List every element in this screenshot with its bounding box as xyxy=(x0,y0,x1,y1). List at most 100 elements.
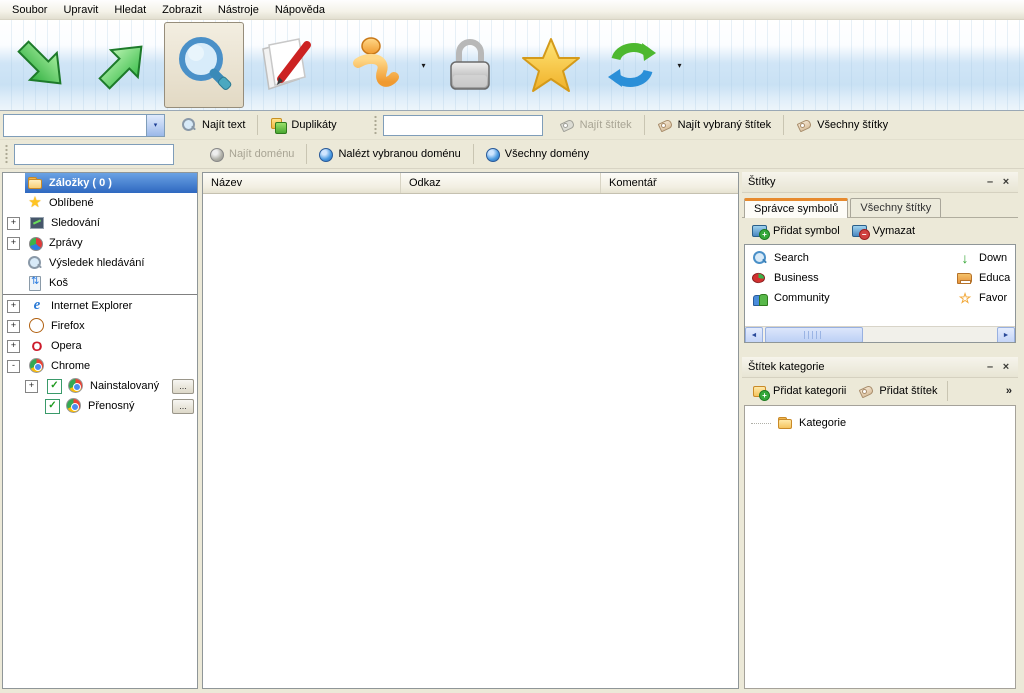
workspace: Záložky ( 0 ) ★ Oblíbené + Sledování + Z… xyxy=(0,169,1024,693)
category-panel-title: Štítek kategorie xyxy=(748,361,825,373)
find-text-button[interactable]: Najít text xyxy=(173,113,253,137)
expander-icon[interactable]: + xyxy=(7,236,20,250)
tree-item-zpravy[interactable]: + Zprávy xyxy=(3,233,197,253)
category-tree[interactable]: Kategorie xyxy=(744,405,1016,689)
tab-spravce-symbolu[interactable]: Správce symbolů xyxy=(744,198,849,218)
tree-separator xyxy=(3,294,197,295)
tree-item-zalozky[interactable]: Záložky ( 0 ) xyxy=(3,173,197,193)
lock-button[interactable] xyxy=(430,22,510,108)
browser-tree-panel: Záložky ( 0 ) ★ Oblíbené + Sledování + Z… xyxy=(2,172,198,689)
symbol-item-business[interactable]: Business xyxy=(745,268,950,288)
folder-icon xyxy=(777,415,793,431)
expander-icon[interactable]: - xyxy=(7,359,20,373)
duplicates-button[interactable]: Duplikáty xyxy=(262,113,344,137)
toolbar-grip[interactable] xyxy=(4,143,9,165)
tree-item-vysledek-hledavani[interactable]: Výsledek hledávání xyxy=(3,253,197,273)
horizontal-scrollbar[interactable]: ◄ ► xyxy=(745,326,1015,342)
symbol-item-search[interactable]: Search xyxy=(745,248,950,268)
find-tag-button[interactable]: Najít štítek xyxy=(551,113,640,137)
symbol-list[interactable]: Search Business Community ↓ Down Educa ☆… xyxy=(744,244,1016,343)
column-header-nazev[interactable]: Název xyxy=(203,173,401,193)
toolbar-grip[interactable] xyxy=(372,114,378,136)
symbol-item-download[interactable]: ↓ Down xyxy=(950,248,1015,268)
add-symbol-button[interactable]: + Přidat symbol xyxy=(746,219,846,243)
scroll-left-icon[interactable]: ◄ xyxy=(745,327,763,342)
info-button[interactable] xyxy=(336,22,416,108)
menu-upravit[interactable]: Upravit xyxy=(55,2,106,18)
scroll-right-icon[interactable]: ► xyxy=(997,327,1015,342)
find-selected-domain-button[interactable]: Nalézt vybranou doménu xyxy=(311,142,468,166)
duplicates-icon xyxy=(270,117,288,134)
tree-item-firefox[interactable]: + Firefox xyxy=(3,316,197,336)
symbol-item-community[interactable]: Community xyxy=(745,288,950,308)
tag-icon xyxy=(559,117,575,133)
magnifier-icon xyxy=(179,37,232,91)
domain-search-input[interactable] xyxy=(14,143,174,165)
tab-vsechny-stitky[interactable]: Všechny štítky xyxy=(850,198,942,217)
browse-path-button[interactable]: ... xyxy=(172,378,194,394)
menu-nastroje[interactable]: Nástroje xyxy=(210,2,267,18)
symbol-label: Search xyxy=(774,252,809,264)
tree-item-chrome-portable[interactable]: ✓ Přenosný ... xyxy=(3,396,197,416)
expander-icon[interactable]: + xyxy=(7,319,20,333)
expander-icon[interactable]: + xyxy=(25,379,38,393)
add-category-button[interactable]: + Přidat kategorii xyxy=(746,379,852,403)
menu-hledat[interactable]: Hledat xyxy=(106,2,154,18)
minimize-icon[interactable]: – xyxy=(982,176,998,188)
tree-item-opera[interactable]: + O Opera xyxy=(3,336,197,356)
refresh-button[interactable] xyxy=(592,22,672,108)
check-bookmarks-button[interactable] xyxy=(83,22,163,108)
menu-zobrazit[interactable]: Zobrazit xyxy=(154,2,210,18)
combo-dropdown-button[interactable]: ▾ xyxy=(146,114,164,136)
column-header-komentar[interactable]: Komentář xyxy=(601,173,738,193)
tree-item-label: Oblíbené xyxy=(49,197,94,209)
info-dropdown[interactable]: ▾ xyxy=(417,23,430,107)
scrollbar-thumb[interactable] xyxy=(765,327,863,342)
add-tag-button[interactable]: Přidat štítek xyxy=(852,379,943,403)
check-links-button[interactable] xyxy=(2,22,82,108)
edit-button[interactable] xyxy=(245,22,325,108)
green-arrow-down-icon xyxy=(17,40,62,85)
tree-item-internet-explorer[interactable]: + e Internet Explorer xyxy=(3,296,197,316)
menu-soubor[interactable]: Soubor xyxy=(4,2,55,18)
checkbox-checked[interactable]: ✓ xyxy=(47,378,62,394)
image-add-icon: + xyxy=(752,224,770,240)
all-tags-button[interactable]: Všechny štítky xyxy=(788,113,896,137)
search-text-combo[interactable]: ▾ xyxy=(3,113,165,137)
scrollbar-track[interactable] xyxy=(763,327,997,342)
tree-item-chrome-installed[interactable]: + ✓ Nainstalovaný ... xyxy=(3,376,197,396)
refresh-dropdown[interactable]: ▾ xyxy=(673,23,686,107)
tree-item-oblibene[interactable]: ★ Oblíbené xyxy=(3,193,197,213)
find-domain-button[interactable]: Najít doménu xyxy=(202,142,302,166)
tags-tabs: Správce symbolů Všechny štítky xyxy=(742,193,1018,218)
tree-item-kos[interactable]: Koš xyxy=(3,273,197,293)
clear-symbol-button[interactable]: − Vymazat xyxy=(846,219,921,243)
checkbox-checked[interactable]: ✓ xyxy=(45,398,60,414)
main-toolbar: ▾ ▾ xyxy=(0,20,1024,111)
search-text-input[interactable] xyxy=(4,114,146,136)
overflow-chevron-icon[interactable]: » xyxy=(1006,385,1012,397)
search-button[interactable] xyxy=(164,22,244,108)
tag-search-input[interactable] xyxy=(382,114,543,136)
bookmark-list-body[interactable] xyxy=(203,194,738,688)
expander-icon[interactable]: + xyxy=(7,216,20,230)
minimize-icon[interactable]: – xyxy=(982,361,998,373)
favorites-button[interactable] xyxy=(511,22,591,108)
download-arrow-icon: ↓ xyxy=(961,250,969,266)
symbol-item-favorites[interactable]: ☆ Favor xyxy=(950,288,1015,308)
add-category-label: Přidat kategorii xyxy=(773,384,847,397)
business-pie-icon xyxy=(752,272,765,284)
browse-path-button[interactable]: ... xyxy=(172,398,194,414)
tree-item-kategorie[interactable]: Kategorie xyxy=(745,412,1015,434)
close-icon[interactable]: × xyxy=(998,361,1014,373)
tree-item-chrome[interactable]: - Chrome xyxy=(3,356,197,376)
tree-item-sledovani[interactable]: + Sledování xyxy=(3,213,197,233)
column-header-odkaz[interactable]: Odkaz xyxy=(401,173,601,193)
symbol-item-education[interactable]: Educa xyxy=(950,268,1015,288)
menu-napoveda[interactable]: Nápověda xyxy=(267,2,333,18)
expander-icon[interactable]: + xyxy=(7,299,20,313)
find-selected-tag-button[interactable]: Najít vybraný štítek xyxy=(649,113,780,137)
all-domains-button[interactable]: Všechny domény xyxy=(478,142,597,166)
close-icon[interactable]: × xyxy=(998,176,1014,188)
expander-icon[interactable]: + xyxy=(7,339,20,353)
